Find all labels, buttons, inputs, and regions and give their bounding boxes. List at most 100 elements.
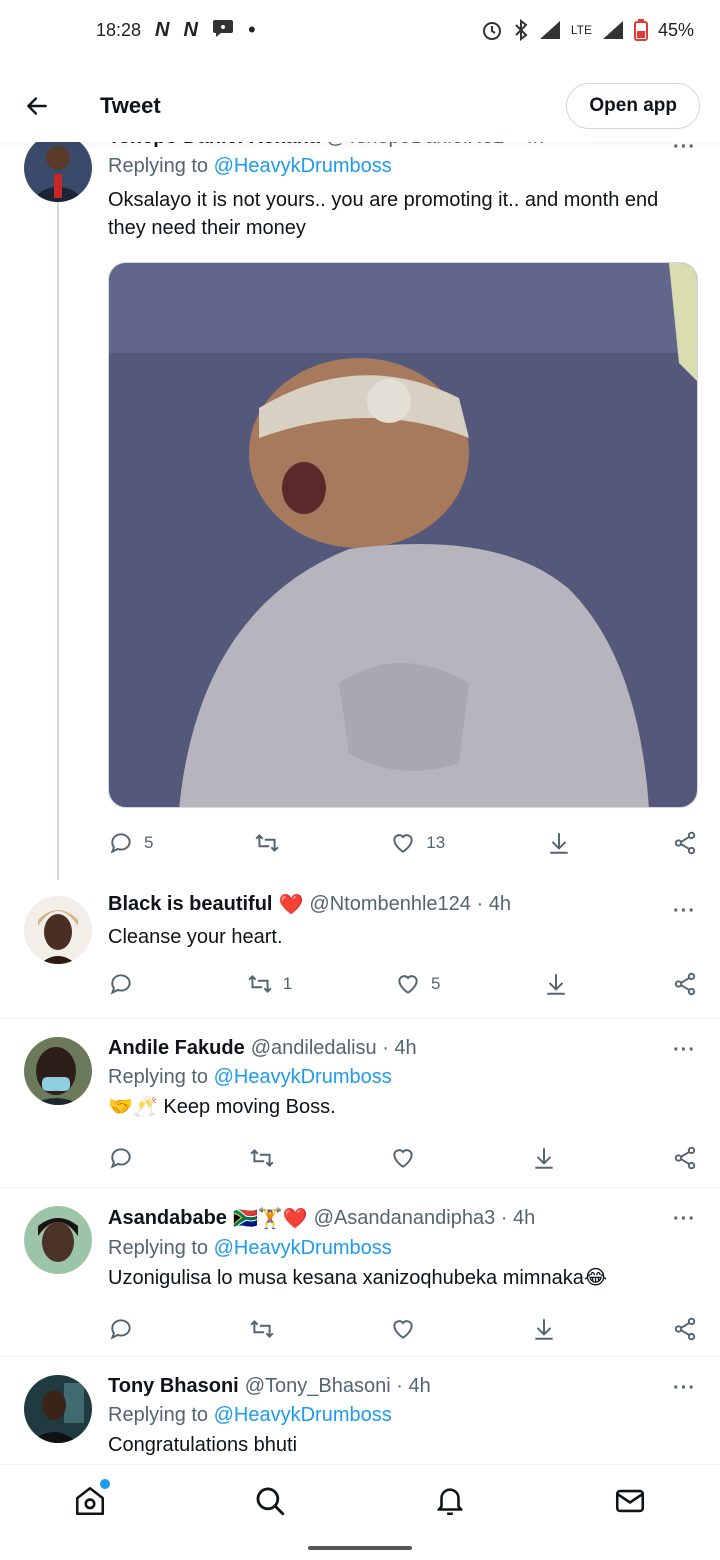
clock: 18:28 (96, 19, 142, 40)
name-emoji: ❤️ (278, 894, 304, 916)
unread-dot (100, 1478, 110, 1489)
retweet-button[interactable] (254, 828, 290, 858)
author-handle: @andiledalisu · 4h (250, 1037, 417, 1059)
like-button[interactable]: 5 (395, 969, 440, 999)
notification-n-icon: N (155, 18, 170, 41)
download-button[interactable] (531, 1143, 557, 1173)
share-button[interactable] (672, 969, 698, 999)
nav-messages[interactable] (600, 1471, 660, 1531)
chat-icon (212, 18, 234, 43)
battery-percent: 45% (657, 19, 694, 40)
like-button[interactable] (390, 1143, 416, 1173)
replying-to: Replying to @HeavykDrumboss (108, 1237, 698, 1260)
tweet-actions (108, 1314, 698, 1344)
heart-icon (393, 1320, 413, 1339)
bell-icon (437, 1487, 463, 1515)
nav-home[interactable] (60, 1471, 120, 1531)
download-button[interactable] (531, 1314, 557, 1344)
retweet-icon (248, 975, 272, 993)
download-icon (549, 833, 568, 854)
retweet-icon (250, 1320, 274, 1338)
page-title: Tweet (100, 93, 161, 118)
download-icon (535, 1319, 553, 1340)
battery-icon (633, 19, 648, 41)
name-emoji: 🇿🇦🏋️❤️ (232, 1208, 308, 1230)
retweet-button[interactable] (249, 1314, 275, 1344)
download-icon (535, 1148, 553, 1169)
like-button[interactable] (390, 1314, 416, 1344)
more-options-icon[interactable]: ··· (673, 1208, 696, 1231)
nav-notifications[interactable] (420, 1471, 480, 1531)
retweet-icon (255, 834, 279, 852)
retweet-button[interactable] (249, 1143, 275, 1173)
notification-n-icon: N (183, 18, 198, 41)
home-icon (75, 1486, 105, 1515)
tweet[interactable]: Tony Bhasoni @Tony_Bhasoni · 4h ··· Repl… (0, 1357, 720, 1477)
like-button[interactable]: 13 (390, 828, 445, 858)
avatar[interactable] (24, 1037, 92, 1105)
more-options-icon[interactable]: ··· (673, 1377, 696, 1400)
more-options-icon[interactable]: ··· (673, 1039, 696, 1062)
reply-button[interactable] (108, 1143, 134, 1173)
avatar[interactable] (24, 896, 92, 964)
mention-link[interactable]: @HeavykDrumboss (214, 1066, 392, 1088)
tweet-image[interactable] (108, 262, 698, 808)
replying-prefix: Replying to (108, 1066, 209, 1088)
tweet-text: Uzonigulisa lo musa kesana xanizoqhubeka… (108, 1267, 608, 1289)
dot-icon: • (247, 17, 256, 42)
back-button[interactable] (22, 91, 52, 121)
author-name[interactable]: Tony Bhasoni (108, 1375, 239, 1398)
avatar[interactable] (24, 1206, 92, 1274)
reply-button[interactable]: 5 (108, 828, 153, 858)
mention-link[interactable]: @HeavykDrumboss (214, 1404, 392, 1426)
heart-icon (393, 1149, 413, 1168)
tweet-text: Congratulations bhuti (108, 1434, 298, 1456)
author-handle: @Ntombenhle124 · 4h (309, 893, 511, 915)
share-icon (674, 1146, 696, 1170)
avatar[interactable] (24, 1375, 92, 1443)
download-button[interactable] (543, 969, 569, 999)
tweet-actions: 5 13 (108, 828, 698, 858)
tweet[interactable]: Andile Fakude @andiledalisu · 4h ··· Rep… (0, 1019, 720, 1187)
avatar[interactable] (24, 134, 92, 202)
top-header: Tweet Open app (0, 70, 720, 142)
author-handle: @Tony_Bhasoni · 4h (244, 1375, 431, 1397)
share-button[interactable] (672, 1143, 698, 1173)
reply-count: 5 (144, 833, 154, 852)
tweet[interactable]: Black is beautiful ❤️ @Ntombenhle124 · 4… (0, 892, 720, 1018)
tweet-text-line: 🤝🥂 Keep moving Boss. (108, 1093, 698, 1121)
reply-button[interactable] (108, 1314, 134, 1344)
like-count: 13 (426, 833, 446, 852)
mention-link[interactable]: @HeavykDrumboss (214, 155, 392, 177)
author-name[interactable]: Black is beautiful (108, 893, 273, 916)
tweet[interactable]: Asandababe 🇿🇦🏋️❤️ @Asandanandipha3 · 4h … (0, 1188, 720, 1356)
tweet-text: Keep moving Boss. (163, 1096, 336, 1118)
home-indicator[interactable] (308, 1546, 412, 1550)
share-button[interactable] (672, 1314, 698, 1344)
share-icon (674, 831, 696, 855)
alarm-icon (482, 22, 501, 40)
download-button[interactable] (546, 828, 572, 858)
replying-to: Replying to @HeavykDrumboss (108, 155, 698, 178)
more-options-icon[interactable]: ··· (673, 900, 696, 923)
lte-label: LTE (570, 23, 592, 37)
reply-button[interactable] (108, 969, 144, 999)
author-name[interactable]: Andile Fakude (108, 1037, 245, 1060)
like-count: 5 (431, 974, 441, 993)
tweet-text: Cleanse your heart. (108, 926, 283, 948)
nav-search[interactable] (240, 1471, 300, 1531)
retweet-button[interactable]: 1 (247, 969, 292, 999)
author-name[interactable]: Asandababe (108, 1207, 227, 1230)
tweet[interactable]: Tshepo Daniel Rekana @TshepoDanielRe1 · … (0, 126, 720, 886)
replying-prefix: Replying to (108, 1404, 209, 1426)
reply-icon (110, 974, 131, 995)
status-bar: 18:28 N N • LTE 45% (0, 0, 720, 60)
reply-icon (110, 1319, 131, 1340)
replying-prefix: Replying to (108, 1237, 209, 1259)
author-handle: @Asandanandipha3 · 4h (313, 1207, 536, 1229)
bottom-nav (0, 1464, 720, 1536)
share-button[interactable] (672, 828, 698, 858)
open-app-button[interactable]: Open app (566, 83, 700, 129)
signal-icon (602, 21, 623, 39)
mention-link[interactable]: @HeavykDrumboss (214, 1237, 392, 1259)
